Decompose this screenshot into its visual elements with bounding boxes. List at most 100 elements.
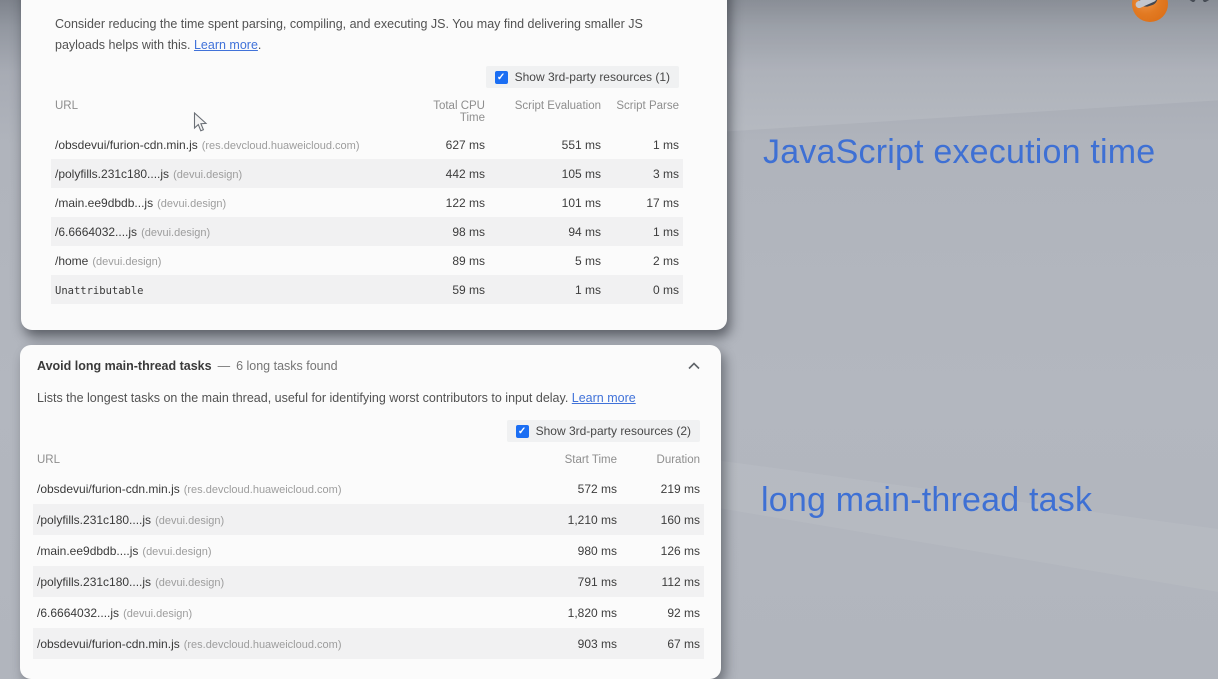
resource-url: /obsdevui/furion-cdn.min.js <box>37 481 180 496</box>
resource-url: /polyfills.231c180....js <box>37 574 152 589</box>
start-time-cell: 1,210 ms <box>567 512 617 527</box>
resource-domain: (devui.design) <box>157 197 227 210</box>
url-cell: /home (devui.design) <box>51 254 394 268</box>
table-row: /obsdevui/furion-cdn.min.js (res.devcloud… <box>51 130 683 159</box>
script-evaluation-cell: 1 ms <box>574 282 601 297</box>
url-cell: /polyfills.231c180....js (devui.design) <box>33 575 511 589</box>
audit-description: Consider reducing the time spent parsing… <box>55 14 655 56</box>
resource-domain: (devui.design) <box>155 576 225 589</box>
resource-domain: (devui.design) <box>142 545 212 558</box>
table-row: /polyfills.231c180....js (devui.design) 7… <box>33 566 704 597</box>
url-cell: /obsdevui/furion-cdn.min.js (res.devcloud… <box>33 637 511 651</box>
resource-domain: (devui.design) <box>173 168 243 181</box>
collapse-chevron-icon[interactable] <box>688 362 700 370</box>
url-cell: /6.6664032....js (devui.design) <box>33 606 511 620</box>
url-cell: /obsdevui/furion-cdn.min.js (res.devcloud… <box>51 138 394 152</box>
table-row: /polyfills.231c180....js (devui.design) 4… <box>51 159 683 188</box>
column-header-total-cpu-time: Total CPU Time <box>433 100 485 124</box>
script-evaluation-cell: 551 ms <box>561 137 601 152</box>
script-parse-cell: 3 ms <box>652 166 679 181</box>
resource-domain: (res.devcloud.huaweicloud.com) <box>201 139 360 152</box>
audit-header: Avoid long main-thread tasks — 6 long ta… <box>20 345 721 373</box>
script-parse-cell: 0 ms <box>652 282 679 297</box>
total-cpu-time-cell: 122 ms <box>445 195 485 210</box>
show-third-party-checkbox[interactable]: ✓ Show 3rd-party resources (2) <box>506 420 700 442</box>
script-evaluation-cell: 94 ms <box>568 224 601 239</box>
script-parse-cell: 1 ms <box>652 137 679 152</box>
column-header-url: URL <box>37 454 61 466</box>
script-parse-cell: 17 ms <box>646 195 679 210</box>
table-row: /6.6664032....js (devui.design) 98 ms 94 … <box>51 217 683 246</box>
script-parse-cell: 1 ms <box>652 224 679 239</box>
resource-url: Unattributable <box>55 284 144 297</box>
third-party-filter-row: ✓ Show 3rd-party resources (2) <box>37 420 700 442</box>
table-row: Unattributable 59 ms 1 ms 0 ms <box>51 275 683 304</box>
resource-domain: (devui.design) <box>141 226 211 239</box>
third-party-filter-row: ✓ Show 3rd-party resources (1) <box>55 66 679 88</box>
audit-title: Avoid long main-thread tasks <box>37 359 212 373</box>
table-header-row: URL Total CPU Time Script Evaluation Scr… <box>51 94 683 130</box>
learn-more-link[interactable]: Learn more <box>194 38 258 52</box>
script-evaluation-cell: 105 ms <box>561 166 601 181</box>
duration-cell: 160 ms <box>660 512 700 527</box>
resource-domain: (res.devcloud.huaweicloud.com) <box>183 483 342 496</box>
url-cell: /6.6664032....js (devui.design) <box>51 225 394 239</box>
table-row: /main.ee9dbdb...js (devui.design) 122 ms … <box>51 188 683 217</box>
url-cell: Unattributable <box>51 283 394 297</box>
start-time-cell: 1,820 ms <box>567 605 617 620</box>
table-body: /obsdevui/furion-cdn.min.js (res.devcloud… <box>33 473 704 659</box>
resource-url: /main.ee9dbdb....js <box>37 543 139 558</box>
description-text: Consider reducing the time spent parsing… <box>55 17 643 52</box>
audit-description: Lists the longest tasks on the main thre… <box>37 388 700 409</box>
resource-domain: (devui.design) <box>92 255 162 268</box>
resource-domain: (devui.design) <box>123 607 193 620</box>
start-time-cell: 980 ms <box>577 543 617 558</box>
table-row: /obsdevui/furion-cdn.min.js (res.devcloud… <box>33 628 704 659</box>
resource-url: /polyfills.231c180....js <box>55 166 170 181</box>
total-cpu-time-cell: 98 ms <box>452 224 485 239</box>
column-header-script-evaluation: Script Evaluation <box>514 100 601 112</box>
table-header-row: URL Start Time Duration <box>33 450 704 473</box>
resource-url: /main.ee9dbdb...js <box>55 195 154 210</box>
checkbox-checked-icon[interactable]: ✓ <box>515 424 529 438</box>
resource-domain: (res.devcloud.huaweicloud.com) <box>183 638 342 651</box>
script-evaluation-cell: 101 ms <box>561 195 601 210</box>
annotation-js-execution-time: JavaScript execution time <box>763 133 1156 171</box>
checkbox-label: Show 3rd-party resources (2) <box>535 424 691 438</box>
checkbox-checked-icon[interactable]: ✓ <box>494 70 508 84</box>
panel-avoid-long-main-thread-tasks: Avoid long main-thread tasks — 6 long ta… <box>20 345 721 679</box>
column-header-duration: Duration <box>656 454 700 466</box>
annotation-long-main-thread-task: long main-thread task <box>761 481 1093 519</box>
script-parse-cell: 2 ms <box>652 253 679 268</box>
table-row: /6.6664032....js (devui.design) 1,820 ms … <box>33 597 704 628</box>
resource-url: /6.6664032....js <box>37 605 120 620</box>
url-cell: /main.ee9dbdb...js (devui.design) <box>51 196 394 210</box>
resource-url: /obsdevui/furion-cdn.min.js <box>37 636 180 651</box>
description-period: . <box>257 38 262 52</box>
start-time-cell: 791 ms <box>577 574 617 589</box>
table-body: /obsdevui/furion-cdn.min.js (res.devcloud… <box>51 130 683 304</box>
total-cpu-time-cell: 89 ms <box>452 253 485 268</box>
table-row: /polyfills.231c180....js (devui.design) 1… <box>33 504 704 535</box>
column-header-url: URL <box>55 100 79 112</box>
show-third-party-checkbox[interactable]: ✓ Show 3rd-party resources (1) <box>485 66 679 88</box>
mouse-cursor <box>193 112 208 132</box>
url-cell: /obsdevui/furion-cdn.min.js (res.devcloud… <box>33 482 511 496</box>
resource-domain: (devui.design) <box>155 514 225 527</box>
audit-title-separator: — <box>217 359 231 373</box>
resource-url: /home <box>55 253 89 268</box>
duration-cell: 219 ms <box>660 481 700 496</box>
panel-js-execution-time: Consider reducing the time spent parsing… <box>21 0 727 330</box>
learn-more-link[interactable]: Learn more <box>572 391 636 405</box>
start-time-cell: 572 ms <box>577 481 617 496</box>
logo-text-fragment <box>1182 0 1218 2</box>
url-cell: /polyfills.231c180....js (devui.design) <box>33 513 511 527</box>
duration-cell: 112 ms <box>661 574 700 589</box>
resource-url: /obsdevui/furion-cdn.min.js <box>55 137 198 152</box>
duration-cell: 92 ms <box>667 605 700 620</box>
table-row: /main.ee9dbdb....js (devui.design) 980 ms… <box>33 535 704 566</box>
total-cpu-time-cell: 627 ms <box>445 137 485 152</box>
start-time-cell: 903 ms <box>577 636 617 651</box>
total-cpu-time-cell: 59 ms <box>452 282 485 297</box>
resource-url: /6.6664032....js <box>55 224 138 239</box>
